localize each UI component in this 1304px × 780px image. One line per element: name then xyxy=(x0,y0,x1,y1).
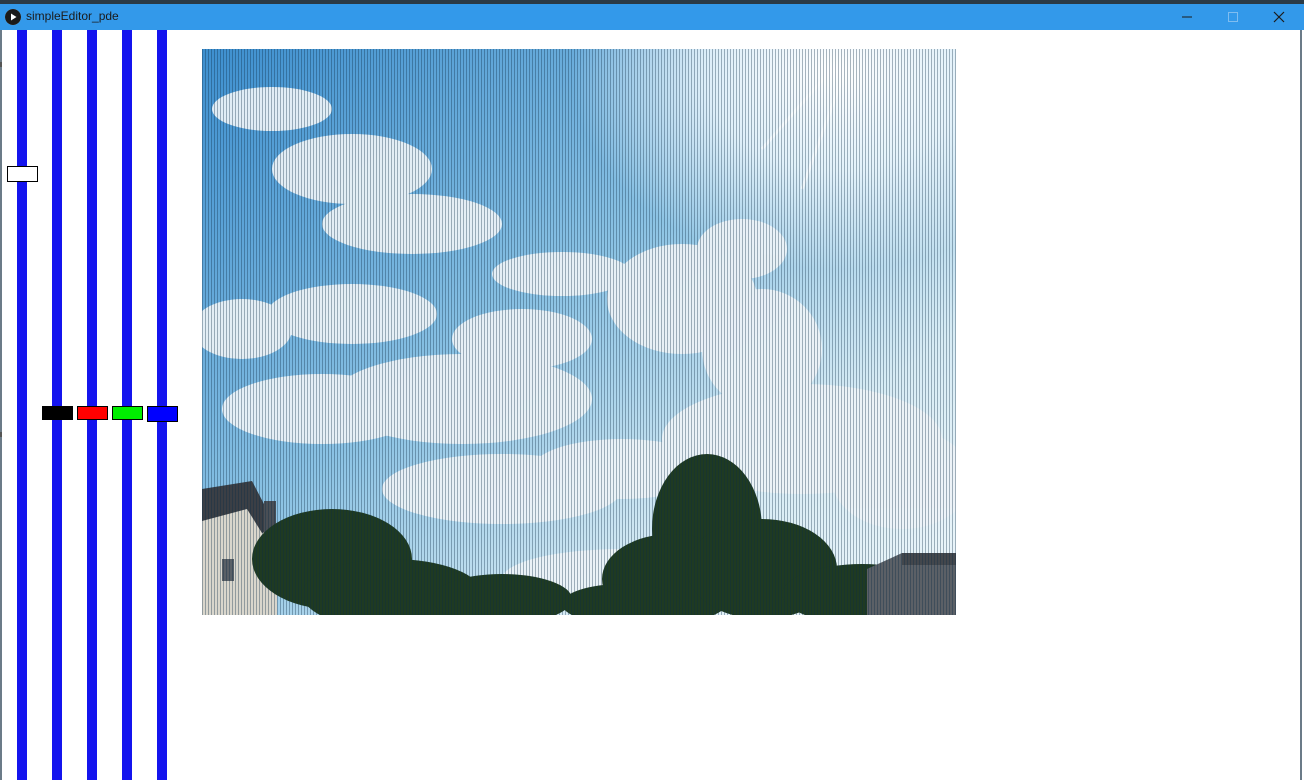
green-slider-handle[interactable] xyxy=(112,406,143,420)
blue-slider-track[interactable] xyxy=(157,30,167,780)
black-slider-handle[interactable] xyxy=(42,406,73,420)
maximize-button[interactable] xyxy=(1210,4,1256,30)
maximize-icon xyxy=(1228,12,1238,22)
processing-play-icon xyxy=(5,9,21,25)
blue-slider-handle[interactable] xyxy=(147,406,178,422)
window-title: simpleEditor_pde xyxy=(26,9,119,23)
black-slider-track[interactable] xyxy=(52,30,62,780)
minimize-icon xyxy=(1182,16,1192,18)
close-icon xyxy=(1273,11,1285,23)
red-slider-track[interactable] xyxy=(87,30,97,780)
red-slider-handle[interactable] xyxy=(77,406,108,420)
green-slider-track[interactable] xyxy=(122,30,132,780)
edited-photo xyxy=(202,49,956,615)
window-border-right xyxy=(1300,30,1302,780)
minimize-button[interactable] xyxy=(1164,4,1210,30)
brightness-slider-track[interactable] xyxy=(17,30,27,780)
brightness-slider-handle[interactable] xyxy=(7,166,38,182)
window-border-left xyxy=(0,30,2,780)
close-button[interactable] xyxy=(1256,4,1302,30)
edge-tick xyxy=(0,62,2,67)
title-bar[interactable]: simpleEditor_pde xyxy=(0,4,1304,30)
edge-tick xyxy=(0,432,2,437)
